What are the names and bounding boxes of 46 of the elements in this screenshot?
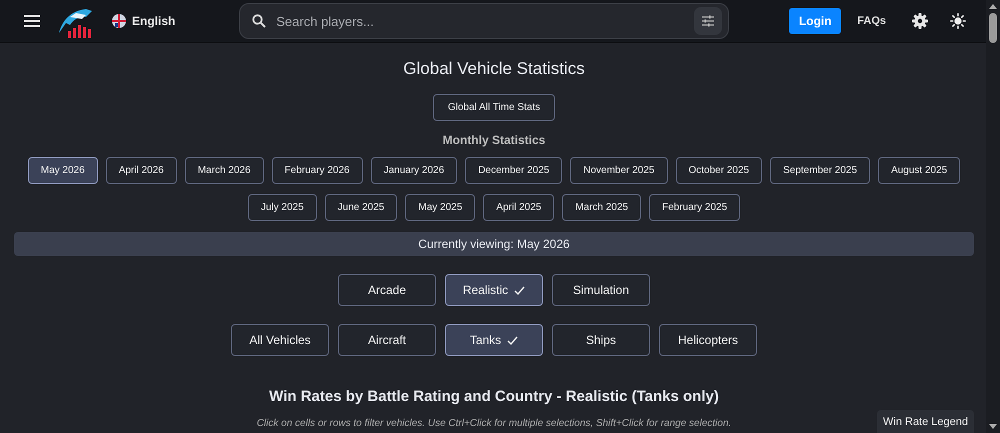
search-input[interactable]: Search players... [274, 12, 686, 30]
month-button[interactable]: February 2026 [272, 157, 363, 184]
sliders-icon [701, 14, 716, 28]
search-icon [252, 14, 266, 28]
settings-icon[interactable] [912, 13, 928, 29]
month-button[interactable]: April 2025 [483, 194, 554, 221]
month-button[interactable]: March 2026 [184, 157, 264, 184]
vehicle-type-button[interactable]: Ships [552, 324, 650, 356]
viewing-banner: Currently viewing: May 2026 [14, 232, 974, 256]
month-button[interactable]: May 2025 [405, 194, 476, 221]
filter-button[interactable] [694, 7, 722, 35]
monthly-heading: Monthly Statistics [442, 133, 546, 147]
mode-button[interactable]: Arcade [338, 274, 436, 306]
month-button[interactable]: January 2026 [370, 157, 458, 184]
vehicle-type-button[interactable]: All Vehicles [231, 324, 329, 356]
month-button[interactable]: February 2025 [649, 194, 740, 221]
flag-icon[interactable] [112, 14, 126, 28]
month-button[interactable]: August 2025 [878, 157, 960, 184]
all-time-stats-button[interactable]: Global All Time Stats [432, 94, 556, 121]
language-label[interactable]: English [132, 14, 176, 28]
vehicle-type-button[interactable]: Aircraft [338, 324, 436, 356]
month-button[interactable]: November 2025 [570, 157, 668, 184]
login-button[interactable]: Login [789, 8, 842, 34]
legend-button[interactable]: Win Rate Legend [877, 410, 974, 433]
page-title: Global Vehicle Statistics [403, 59, 585, 79]
month-button[interactable]: September 2025 [770, 157, 870, 184]
month-button[interactable]: October 2025 [676, 157, 762, 184]
vehicle-type-button[interactable]: Helicopters [659, 324, 757, 356]
scrollbar[interactable] [986, 0, 1000, 433]
check-icon [507, 334, 518, 346]
search-bar[interactable]: Search players... [239, 3, 730, 39]
sun-icon[interactable] [950, 13, 966, 29]
vehicle-type-button[interactable]: Tanks [445, 324, 543, 356]
faqs-link[interactable]: FAQs [857, 15, 886, 27]
month-button[interactable]: March 2025 [562, 194, 642, 221]
mode-button[interactable]: Realistic [445, 274, 543, 306]
month-button[interactable]: July 2025 [248, 194, 317, 221]
mode-button[interactable]: Simulation [552, 274, 650, 306]
month-button[interactable]: December 2025 [465, 157, 562, 184]
month-button[interactable]: May 2026 [28, 157, 98, 184]
month-button[interactable]: April 2026 [106, 157, 177, 184]
section-title: Win Rates by Battle Rating and Country - Realistic (Tanks only) [269, 388, 719, 405]
menu-icon[interactable] [24, 14, 40, 28]
check-icon [514, 284, 526, 296]
instructions-text: Click on cells or rows to filter vehicles. Use Ctrl+Click for multiple selections, Shift+Click for range selection. [256, 418, 732, 429]
month-button[interactable]: June 2025 [324, 194, 398, 221]
